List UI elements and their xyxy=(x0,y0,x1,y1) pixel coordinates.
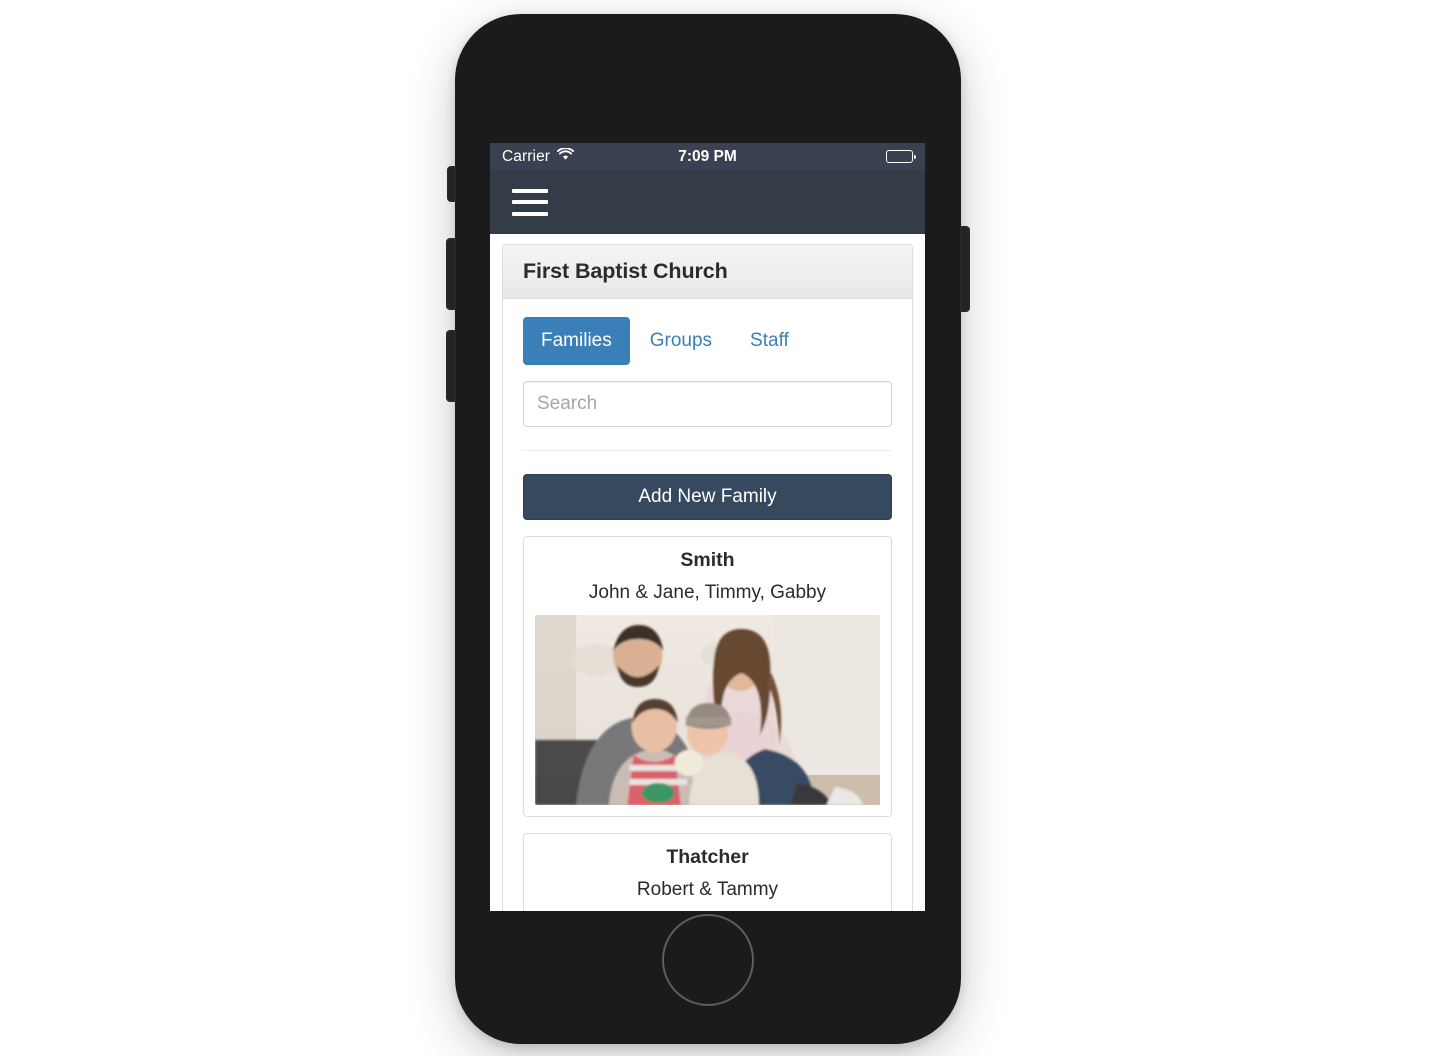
volume-up-button[interactable] xyxy=(446,238,456,310)
hamburger-bar xyxy=(512,188,548,193)
section-divider xyxy=(523,450,892,451)
app-navbar xyxy=(490,170,925,234)
battery-icon xyxy=(886,150,917,163)
family-members: Robert & Tammy xyxy=(636,879,779,900)
status-bar-left: Carrier xyxy=(502,147,575,166)
panel-body: Families Groups Staff Add New Family Smi… xyxy=(503,299,912,911)
screenshot-stage: Carrier 7:09 PM First Baptist Church Fam… xyxy=(0,0,1434,1056)
wifi-icon xyxy=(557,147,575,165)
hamburger-bar xyxy=(512,211,548,216)
page-title: First Baptist Church xyxy=(523,259,728,283)
status-bar-right xyxy=(886,150,917,163)
carrier-label: Carrier xyxy=(502,147,551,165)
phone-screen: Carrier 7:09 PM First Baptist Church Fam… xyxy=(490,143,925,911)
tab-bar: Families Groups Staff xyxy=(523,317,892,365)
add-new-family-button[interactable]: Add New Family xyxy=(523,474,892,520)
tab-staff[interactable]: Staff xyxy=(732,317,807,365)
family-card-smith[interactable]: Smith John & Jane, Timmy, Gabby xyxy=(523,536,892,817)
power-button[interactable] xyxy=(960,226,970,312)
family-name: Thatcher xyxy=(666,846,749,868)
hamburger-bar xyxy=(512,200,548,204)
main-panel: First Baptist Church Families Groups Sta… xyxy=(502,244,913,911)
status-bar: Carrier 7:09 PM xyxy=(490,143,925,170)
family-name: Smith xyxy=(680,549,735,571)
family-members: John & Jane, Timmy, Gabby xyxy=(588,582,827,603)
mute-switch-button[interactable] xyxy=(447,166,456,202)
phone-device-frame: Carrier 7:09 PM First Baptist Church Fam… xyxy=(446,14,970,1044)
family-card-thatcher[interactable]: Thatcher Robert & Tammy xyxy=(523,833,892,911)
app-content: First Baptist Church Families Groups Sta… xyxy=(490,234,925,911)
tab-families[interactable]: Families xyxy=(523,317,630,365)
search-input[interactable] xyxy=(523,381,892,427)
family-photo-smith xyxy=(535,615,880,805)
volume-down-button[interactable] xyxy=(446,330,456,402)
panel-heading: First Baptist Church xyxy=(503,245,912,299)
hamburger-menu-icon[interactable] xyxy=(512,188,548,216)
home-button[interactable] xyxy=(662,914,754,1006)
tab-groups[interactable]: Groups xyxy=(632,317,730,365)
